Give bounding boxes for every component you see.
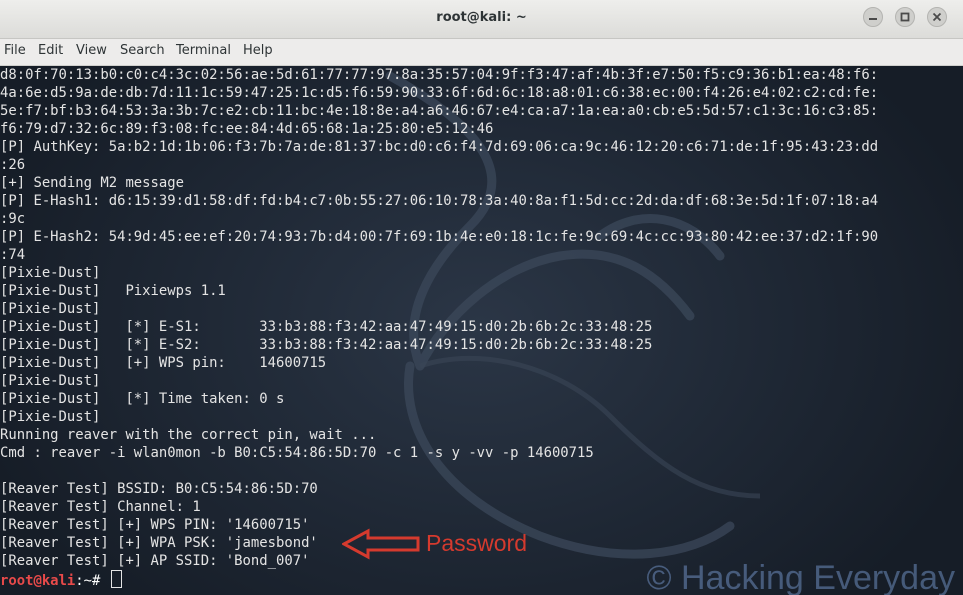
menu-edit[interactable]: Edit (38, 43, 63, 58)
output-line: [Pixie-Dust] (0, 409, 101, 425)
minimize-icon (869, 18, 877, 20)
output-line: :26 (0, 157, 26, 173)
output-line: [P] AuthKey: 5a:b2:1d:1b:06:f3:7b:7a:de:… (0, 139, 879, 155)
output-line: [Pixie-Dust] (0, 301, 101, 317)
output-line: [Pixie-Dust] [+] WPS pin: 14600715 (0, 355, 327, 371)
output-line: [Pixie-Dust] Pixiewps 1.1 (0, 283, 226, 299)
close-button[interactable] (927, 7, 947, 27)
close-icon (932, 12, 942, 22)
output-line: 4a:6e:d5:9a:de:db:7d:11:1c:59:47:25:1c:d… (0, 85, 879, 101)
menu-terminal[interactable]: Terminal (176, 43, 231, 58)
menu-search[interactable]: Search (120, 43, 165, 58)
output-line: [Pixie-Dust] [*] E-S2: 33:b3:88:f3:42:aa… (0, 337, 653, 353)
output-line: [P] E-Hash1: d6:15:39:d1:58:df:fd:b4:c7:… (0, 193, 879, 209)
terminal-window: root@kali: ~ File Edit View Search Termi… (0, 0, 963, 595)
output-line: [P] E-Hash2: 54:9d:45:ee:ef:20:74:93:7b:… (0, 229, 879, 245)
output-line: Running reaver with the correct pin, wai… (0, 427, 377, 443)
window-title: root@kali: ~ (436, 10, 527, 25)
watermark: © Hacking Everyday (646, 559, 955, 595)
password-arrow-icon (342, 528, 420, 560)
output-line: [Pixie-Dust] (0, 373, 101, 389)
menu-help[interactable]: Help (243, 43, 273, 58)
menu-bar: File Edit View Search Terminal Help (0, 39, 963, 66)
text-cursor (110, 570, 122, 588)
output-line: :74 (0, 247, 26, 263)
output-line: [Pixie-Dust] (0, 265, 101, 281)
output-line: [Pixie-Dust] [*] E-S1: 33:b3:88:f3:42:aa… (0, 319, 653, 335)
password-annotation: Password (426, 530, 527, 556)
maximize-icon (900, 12, 910, 22)
prompt-symbol: :~# (75, 573, 109, 589)
minimize-button[interactable] (863, 7, 883, 27)
output-line: d8:0f:70:13:b0:c0:c4:3c:02:56:ae:5d:61:7… (0, 67, 879, 83)
maximize-button[interactable] (895, 7, 915, 27)
output-line: 5e:f7:bf:b3:64:53:3a:3b:7c:e2:cb:11:bc:4… (0, 103, 879, 119)
output-line: Cmd : reaver -i wlan0mon -b B0:C5:54:86:… (0, 445, 594, 461)
title-bar[interactable]: root@kali: ~ (0, 0, 963, 39)
output-line: f6:79:d7:32:6c:89:f3:08:fc:ee:84:4d:65:6… (0, 121, 494, 137)
terminal-area[interactable]: d8:0f:70:13:b0:c0:c4:3c:02:56:ae:5d:61:7… (0, 66, 963, 595)
prompt-user: root@kali (0, 573, 76, 589)
output-line: [+] Sending M2 message (0, 175, 184, 191)
output-line: [Pixie-Dust] [*] Time taken: 0 s (0, 391, 285, 407)
menu-view[interactable]: View (76, 43, 107, 58)
output-line: [Reaver Test] Channel: 1 (0, 499, 201, 515)
menu-file[interactable]: File (4, 43, 26, 58)
output-line: [Reaver Test] BSSID: B0:C5:54:86:5D:70 (0, 481, 318, 497)
terminal-output: d8:0f:70:13:b0:c0:c4:3c:02:56:ae:5d:61:7… (0, 66, 879, 589)
output-line: :9c (0, 211, 26, 227)
